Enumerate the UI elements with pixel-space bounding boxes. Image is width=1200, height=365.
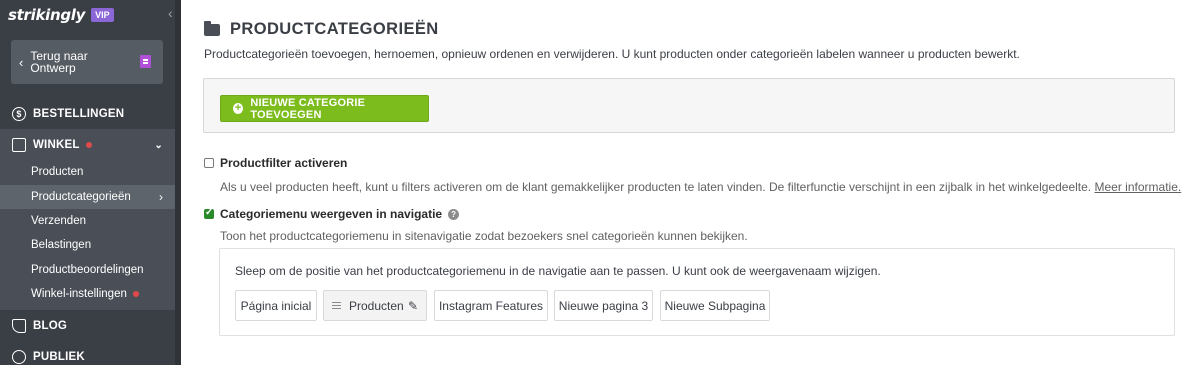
sidebar-item-label: Winkel-instellingen [31,288,127,300]
add-category-button[interactable]: + NIEUWE CATEGORIE TOEVOEGEN [220,95,429,122]
dollar-icon: $ [12,107,26,121]
chevron-right-icon: › [159,190,163,204]
users-icon [12,350,26,364]
nav-orders-label: BESTELLINGEN [33,108,125,120]
sidebar-item-productcategorieen[interactable]: Productcategorieën › [0,185,175,209]
product-filter-label[interactable]: Productfilter activeren [220,156,347,170]
nav-audience-label: PUBLIEK [33,351,85,363]
pen-icon [12,319,26,333]
nav-blog-label: BLOG [33,320,68,332]
more-info-link[interactable]: Meer informatie. [1095,180,1182,194]
sidebar-item-belastingen[interactable]: Belastingen [0,233,175,257]
sidebar-item-verzenden[interactable]: Verzenden [0,209,175,233]
back-button-label: Terug naar Ontwerp [30,49,88,75]
add-category-panel: + NIEUWE CATEGORIE TOEVOEGEN [203,78,1175,133]
nav-orders[interactable]: $ BESTELLINGEN [0,105,181,123]
vip-badge: VIP [91,8,114,22]
title-row: PRODUCTCATEGORIEËN [204,20,439,39]
sidebar-item-producten[interactable]: Producten [0,160,175,184]
store-alert-dot [85,142,92,148]
nav-chip-label: Producten [349,298,404,313]
drag-handle-icon[interactable] [332,302,341,309]
page-title: PRODUCTCATEGORIEËN [230,20,439,38]
strikingly-logo: strikingly [8,6,86,24]
add-category-label: NIEUWE CATEGORIE TOEVOEGEN [250,96,366,121]
winkel-group: WINKEL ⌄ Producten Productcategorieën › … [0,129,175,310]
nav-chip[interactable]: Página inicial [235,290,317,321]
design-icon [140,55,151,68]
nav-chip[interactable]: Instagram Features [434,290,548,321]
sidebar: strikingly VIP ‹ ‹ Terug naar Ontwerp $ … [0,0,181,365]
nav-chip[interactable]: Nieuwe Subpagina [660,290,770,321]
category-menu-label[interactable]: Categoriemenu weergeven in navigatie? [220,207,460,221]
chevron-down-icon: ⌄ [154,139,163,151]
store-icon [12,138,26,152]
nav-order-hint: Sleep om de positie van het productcateg… [235,264,881,278]
category-menu-label-text: Categoriemenu weergeven in navigatie [220,207,443,221]
sidebar-item-productbeoordelingen[interactable]: Productbeoordelingen [0,258,175,282]
nav-order-panel: Sleep om de positie van het productcateg… [219,248,1175,336]
sidebar-item-winkel-instellingen[interactable]: Winkel-instellingen [0,282,175,306]
sidebar-item-label: Productcategorieën [31,191,131,203]
collapse-sidebar-icon[interactable]: ‹ [168,5,173,21]
nav-audience[interactable]: PUBLIEK [0,348,181,365]
product-filter-desc: Als u veel producten heeft, kunt u filte… [220,180,1181,194]
brand[interactable]: strikingly VIP [8,3,114,27]
category-menu-desc: Toon het productcategoriemenu in sitenav… [220,229,748,243]
plus-circle-icon: + [233,102,244,114]
page-intro: Productcategorieën toevoegen, hernoemen,… [204,47,1020,61]
category-menu-checkbox[interactable] [204,207,214,219]
pencil-icon[interactable]: ✎ [408,299,418,313]
product-filter-desc-text: Als u veel producten heeft, kunt u filte… [220,180,1092,194]
back-to-design-button[interactable]: ‹ Terug naar Ontwerp [11,40,163,84]
nav-chip-categories[interactable]: Producten ✎ [323,290,427,321]
nav-store-label: WINKEL [33,139,80,151]
nav-store[interactable]: WINKEL ⌄ [0,136,175,154]
settings-alert-dot [132,291,139,297]
main-content: PRODUCTCATEGORIEËN Productcategorieën to… [181,0,1200,365]
product-filter-checkbox[interactable] [204,158,214,168]
help-icon[interactable]: ? [448,209,460,220]
chevron-left-icon: ‹ [19,54,24,70]
folder-open-icon [204,20,220,36]
nav-blog[interactable]: BLOG [0,317,181,335]
nav-chip[interactable]: Nieuwe pagina 3 [554,290,653,321]
